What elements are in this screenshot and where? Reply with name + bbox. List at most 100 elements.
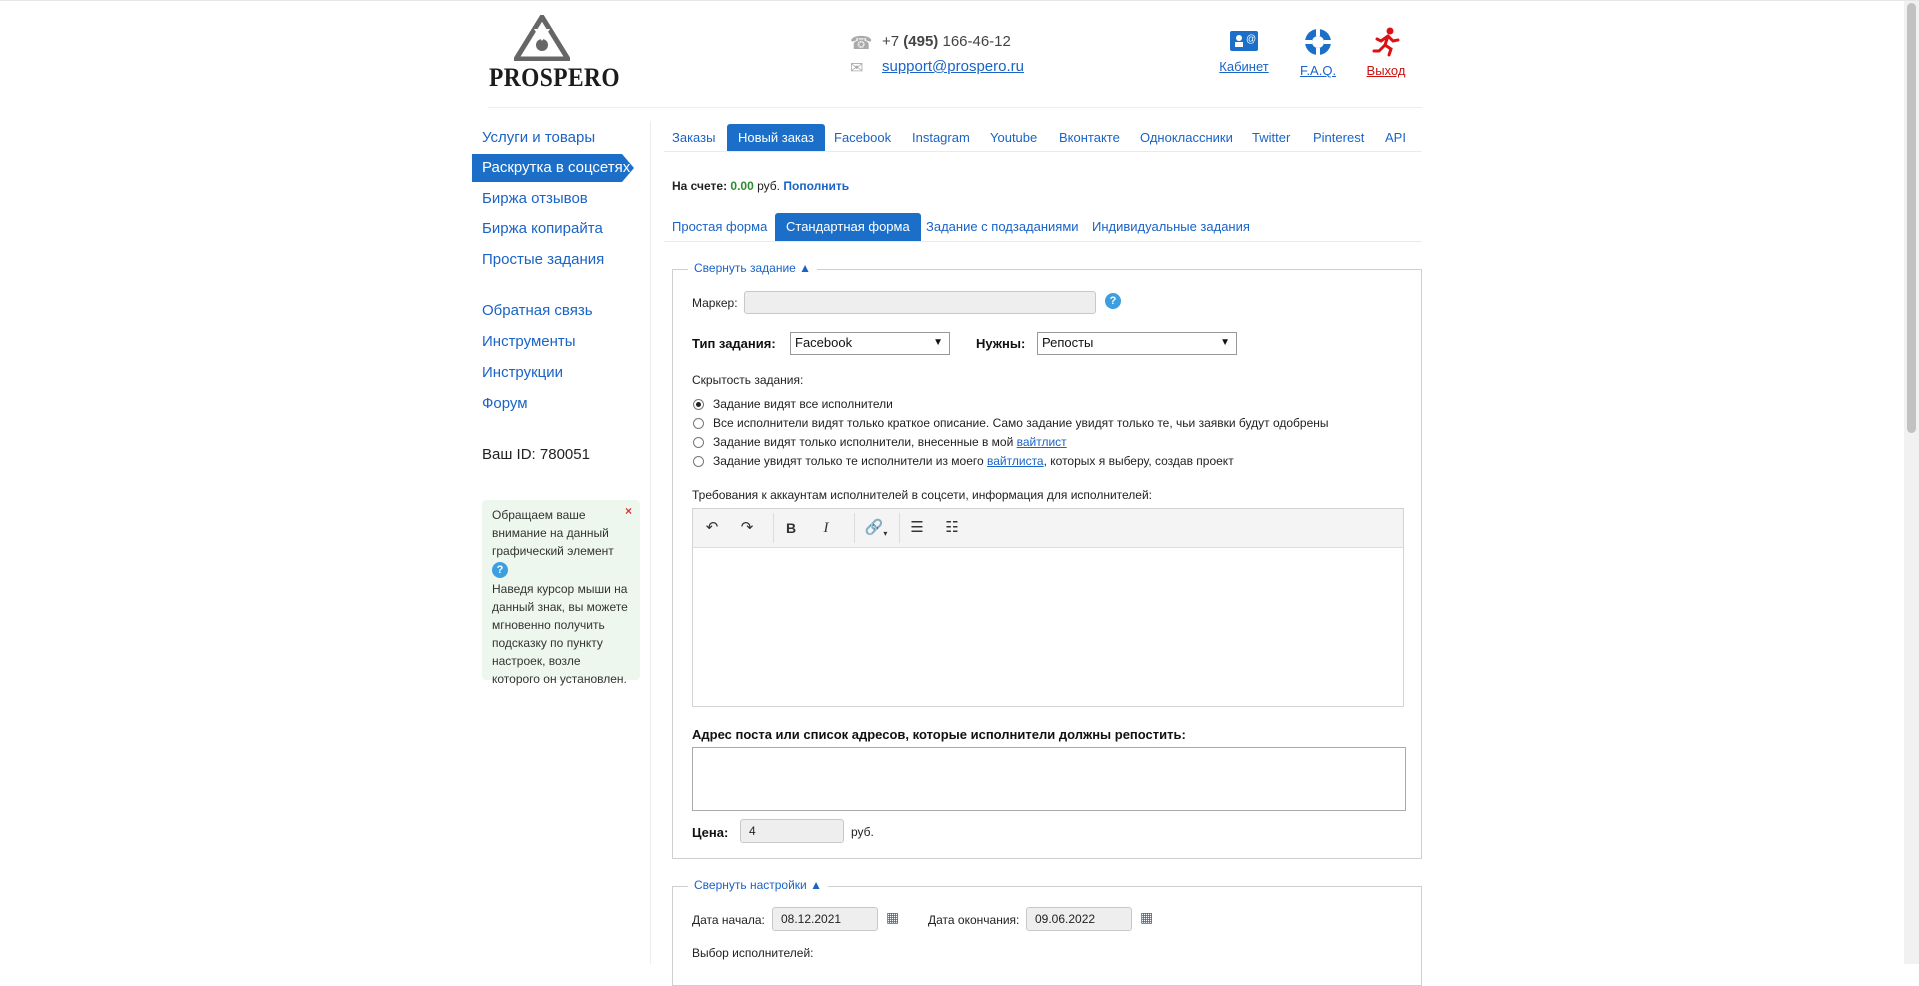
bulleted-list-icon[interactable]: ☰: [906, 517, 928, 539]
tab-api[interactable]: API: [1385, 124, 1406, 152]
logout-link[interactable]: Выход: [1366, 27, 1406, 78]
lifebuoy-icon: [1305, 29, 1331, 55]
repost-label: Адрес поста или список адресов, которые …: [692, 727, 1186, 742]
tab-subtasks[interactable]: Задание с подзаданиями: [926, 213, 1079, 241]
phone-icon: ☎: [850, 33, 873, 53]
radio-visibility-project[interactable]: [693, 456, 704, 467]
sidebar-item-copywriting-exchange[interactable]: Биржа копирайта: [482, 220, 603, 237]
user-id: Ваш ID: 780051: [482, 446, 590, 463]
cabinet-link[interactable]: @ Кабинет: [1216, 29, 1272, 74]
price-label: Цена:: [692, 825, 729, 840]
visibility-radio-group: Задание видят все исполнители Все исполн…: [693, 397, 1393, 468]
tip-box: × Обращаем ваше внимание на данный графи…: [482, 500, 640, 686]
collapse-settings-toggle[interactable]: Свернуть настройки ▲: [688, 878, 828, 892]
radio-visibility-brief[interactable]: [693, 418, 704, 429]
close-icon[interactable]: ×: [625, 502, 632, 520]
start-date-label: Дата начала:: [692, 913, 765, 927]
requirements-editor[interactable]: ↶ ↷ B I 🔗▾ ☰ ☷: [692, 508, 1404, 707]
tab-instagram[interactable]: Instagram: [912, 124, 970, 152]
phone-prefix: +7: [882, 33, 904, 50]
balance: На счете: 0.00 руб. Пополнить: [672, 179, 849, 193]
help-icon[interactable]: ?: [1105, 293, 1121, 309]
editor-toolbar: ↶ ↷ B I 🔗▾ ☰ ☷: [693, 509, 1403, 548]
scrollbar-track[interactable]: [1904, 1, 1919, 964]
radio-label: Задание видят все исполнители: [713, 397, 893, 411]
sidebar-divider: [650, 121, 651, 964]
settings-fieldset: [672, 886, 1422, 986]
tab-facebook[interactable]: Facebook: [834, 124, 891, 152]
tab-new-order[interactable]: Новый заказ: [727, 124, 825, 152]
tab-pinterest[interactable]: Pinterest: [1313, 124, 1364, 152]
help-icon[interactable]: ?: [492, 561, 508, 578]
exit-running-icon: [1372, 27, 1400, 57]
sidebar-item-feedback[interactable]: Обратная связь: [482, 302, 593, 319]
tab-twitter[interactable]: Twitter: [1252, 124, 1290, 152]
faq-label[interactable]: F.A.Q.: [1300, 63, 1336, 78]
tab-orders[interactable]: Заказы: [672, 124, 715, 152]
sidebar-item-services[interactable]: Услуги и товары: [482, 129, 595, 146]
chevron-down-icon: ▼: [1220, 337, 1230, 348]
task-type-label: Тип задания:: [692, 336, 776, 351]
sidebar-item-instructions[interactable]: Инструкции: [482, 364, 563, 381]
faq-link[interactable]: F.A.Q.: [1298, 27, 1338, 78]
logout-label[interactable]: Выход: [1367, 63, 1406, 78]
tab-vkontakte[interactable]: Вконтакте: [1059, 124, 1120, 152]
cabinet-icon: @: [1230, 31, 1258, 51]
balance-amount: 0.00: [730, 179, 754, 193]
undo-icon[interactable]: ↶: [701, 517, 723, 539]
need-select[interactable]: Репосты ▼: [1037, 332, 1237, 355]
radio-visibility-whitelist[interactable]: [693, 437, 704, 448]
balance-label: На счете:: [672, 179, 728, 193]
sidebar-item-tools[interactable]: Инструменты: [482, 333, 576, 350]
topup-link[interactable]: Пополнить: [783, 179, 849, 193]
tab-simple-form[interactable]: Простая форма: [672, 213, 767, 241]
logo-text: PROSPERO: [489, 63, 621, 92]
radio-label: Задание увидят только те исполнители из …: [713, 454, 1234, 468]
header-divider: [488, 107, 1422, 108]
link-icon[interactable]: 🔗▾: [861, 517, 891, 539]
executors-label: Выбор исполнителей:: [692, 946, 814, 960]
whitelist-link[interactable]: вайтлиста: [987, 454, 1044, 468]
phone-number: 166-46-12: [938, 33, 1011, 50]
numbered-list-icon[interactable]: ☷: [941, 517, 963, 539]
tip-body: Наведя курсор мыши на данный знак, вы мо…: [492, 582, 628, 686]
tab-youtube[interactable]: Youtube: [990, 124, 1037, 152]
end-date-label: Дата окончания:: [928, 913, 1020, 927]
visibility-label: Скрытость задания:: [692, 373, 804, 387]
radio-visibility-all[interactable]: [693, 399, 704, 410]
sidebar-item-forum[interactable]: Форум: [482, 395, 528, 412]
start-date-input[interactable]: [772, 907, 878, 931]
price-currency: руб.: [851, 825, 874, 839]
sidebar-item-reviews-exchange[interactable]: Биржа отзывов: [482, 190, 588, 207]
logo[interactable]: PROSPERO: [488, 13, 620, 93]
radio-label: Все исполнители видят только краткое опи…: [713, 416, 1329, 430]
tabs-divider: [664, 151, 1422, 152]
whitelist-link[interactable]: вайтлист: [1017, 435, 1067, 449]
svg-text:@: @: [1246, 34, 1256, 45]
cabinet-label[interactable]: Кабинет: [1219, 59, 1268, 74]
need-value: Репосты: [1042, 335, 1094, 350]
tab-individual-tasks[interactable]: Индивидуальные задания: [1092, 213, 1250, 241]
sidebar-item-simple-tasks[interactable]: Простые задания: [482, 251, 604, 268]
calendar-icon[interactable]: ▦: [1140, 909, 1153, 926]
task-type-select[interactable]: Facebook ▼: [790, 332, 950, 355]
redo-icon[interactable]: ↷: [736, 517, 758, 539]
price-input[interactable]: [740, 819, 844, 843]
need-label: Нужны:: [976, 336, 1026, 351]
tip-text: Обращаем ваше внимание на данный графиче…: [492, 508, 614, 558]
end-date-input[interactable]: [1026, 907, 1132, 931]
tab-standard-form[interactable]: Стандартная форма: [775, 213, 921, 241]
tab-odnoklassniki[interactable]: Одноклассники: [1140, 124, 1233, 152]
sidebar-item-social-promotion[interactable]: Раскрутка в соцсетях: [472, 154, 634, 182]
email-link[interactable]: support@prospero.ru: [882, 58, 1024, 75]
envelope-icon: ✉: [850, 60, 864, 77]
calendar-icon[interactable]: ▦: [886, 909, 899, 926]
scrollbar-thumb[interactable]: [1907, 3, 1916, 433]
marker-input[interactable]: [744, 291, 1096, 314]
balance-currency: руб.: [757, 179, 781, 193]
collapse-task-toggle[interactable]: Свернуть задание ▲: [688, 261, 818, 275]
italic-icon[interactable]: I: [815, 517, 837, 539]
bold-icon[interactable]: B: [780, 517, 802, 539]
repost-urls-textarea[interactable]: [692, 747, 1406, 811]
radio-label: Задание видят только исполнители, внесен…: [713, 435, 1067, 449]
